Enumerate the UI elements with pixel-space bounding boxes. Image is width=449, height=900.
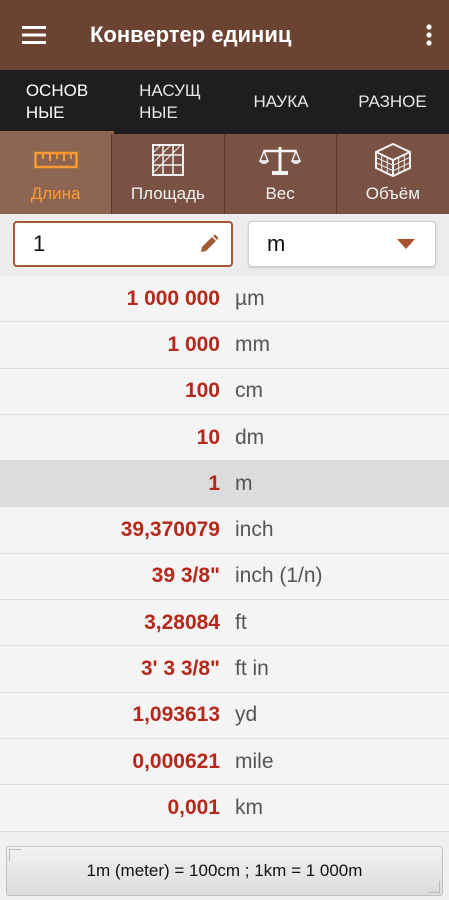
tab-misc[interactable]: РАЗНОЕ — [336, 70, 449, 134]
result-row[interactable]: 3' 3 3/8" ft in — [0, 646, 449, 693]
result-value: 39 3/8" — [151, 564, 220, 588]
results-list: 1 000 000 µm 1 000 mm 100 cm 10 dm 1m 39,370… — [0, 276, 449, 832]
pencil-icon[interactable] — [199, 234, 219, 260]
result-row[interactable]: 100 cm — [0, 368, 449, 415]
category-label: Длина — [30, 184, 81, 203]
result-row[interactable]: 39,370079 inch — [0, 507, 449, 554]
corner-decoration — [9, 849, 21, 861]
result-unit: yd — [235, 703, 258, 727]
category-area[interactable]: Площадь — [112, 134, 225, 214]
scales-icon — [258, 142, 302, 178]
tab-label-line2: НЫЕ — [25, 103, 65, 122]
app-title: Конвертер единиц — [90, 22, 292, 47]
tab-everyday[interactable]: НАСУЩ НЫЕ — [114, 70, 226, 134]
result-unit: mile — [235, 749, 274, 773]
category-label: Вес — [265, 184, 295, 203]
result-unit: dm — [235, 425, 265, 449]
result-row[interactable]: 0,001 km — [0, 785, 449, 832]
result-value: 1,093613 — [132, 703, 220, 727]
result-value: 1 — [208, 471, 220, 495]
hamburger-menu-icon[interactable] — [0, 0, 70, 70]
result-unit: inch — [235, 518, 274, 542]
result-row[interactable]: 39 3/8" inch (1/n) — [0, 553, 449, 601]
result-value: 39,370079 — [120, 518, 220, 542]
category-bar: Длина Площадь Вес Объём — [0, 134, 449, 214]
category-weight[interactable]: Вес — [225, 134, 337, 214]
more-vert-icon[interactable] — [409, 0, 449, 70]
input-row: 1 m — [0, 214, 449, 276]
tab-label: НАУКА — [253, 92, 309, 111]
tab-label-line2: НЫЕ — [139, 103, 178, 122]
category-label: Площадь — [130, 184, 205, 203]
info-footer[interactable]: 1m (meter) = 100cm ; 1km = 1 000m — [6, 846, 443, 896]
tab-science[interactable]: НАУКА — [226, 70, 336, 134]
result-value: 0,001 — [167, 795, 220, 819]
result-row[interactable]: 3,28084 ft — [0, 600, 449, 647]
unit-select-value: m — [267, 231, 286, 256]
tab-bar: ОСНОВ НЫЕ НАСУЩ НЫЕ НАУКА РАЗНОЕ — [0, 70, 449, 134]
result-unit: km — [235, 795, 263, 819]
unit-select[interactable]: m — [248, 221, 436, 267]
value-input-text: 1 — [33, 231, 46, 256]
info-footer-text: 1m (meter) = 100cm ; 1km = 1 000m — [86, 861, 363, 880]
result-unit: µm — [235, 286, 265, 310]
app-bar: Конвертер единиц — [0, 0, 449, 70]
result-unit: inch (1/n) — [235, 564, 323, 588]
result-unit: ft in — [235, 657, 269, 681]
result-value: 3' 3 3/8" — [140, 657, 220, 681]
result-unit: m — [235, 471, 253, 495]
result-row[interactable]: 1,093613 yd — [0, 692, 449, 739]
ruler-icon — [33, 142, 78, 178]
result-row[interactable]: 0,000621 mile — [0, 738, 449, 786]
result-unit: mm — [235, 332, 270, 356]
result-row[interactable]: 1 000 000 µm — [0, 276, 449, 323]
caret-down-icon — [397, 239, 415, 249]
corner-decoration — [428, 881, 440, 893]
result-value: 10 — [196, 425, 220, 449]
result-value: 1 000 000 — [126, 286, 220, 310]
value-input[interactable]: 1 — [13, 221, 233, 267]
tab-basic[interactable]: ОСНОВ НЫЕ — [0, 70, 114, 134]
category-length[interactable]: Длина — [0, 134, 113, 214]
category-volume[interactable]: Объём — [337, 134, 449, 214]
result-row-selected[interactable]: 1m — [0, 461, 449, 508]
result-unit: ft — [235, 610, 247, 634]
result-value: 1 000 — [167, 332, 220, 356]
result-unit: cm — [235, 379, 263, 403]
cube-icon — [371, 142, 415, 178]
result-row[interactable]: 1 000 mm — [0, 322, 449, 369]
category-label: Объём — [365, 184, 420, 203]
result-value: 3,28084 — [144, 610, 220, 634]
tab-label: РАЗНОЕ — [358, 92, 427, 111]
result-row[interactable]: 10 dm — [0, 414, 449, 462]
area-grid-icon — [146, 142, 190, 178]
result-value: 0,000621 — [132, 749, 220, 773]
tab-label-line1: ОСНОВ — [25, 81, 89, 100]
tab-label-line1: НАСУЩ — [139, 81, 201, 100]
result-value: 100 — [184, 379, 220, 403]
